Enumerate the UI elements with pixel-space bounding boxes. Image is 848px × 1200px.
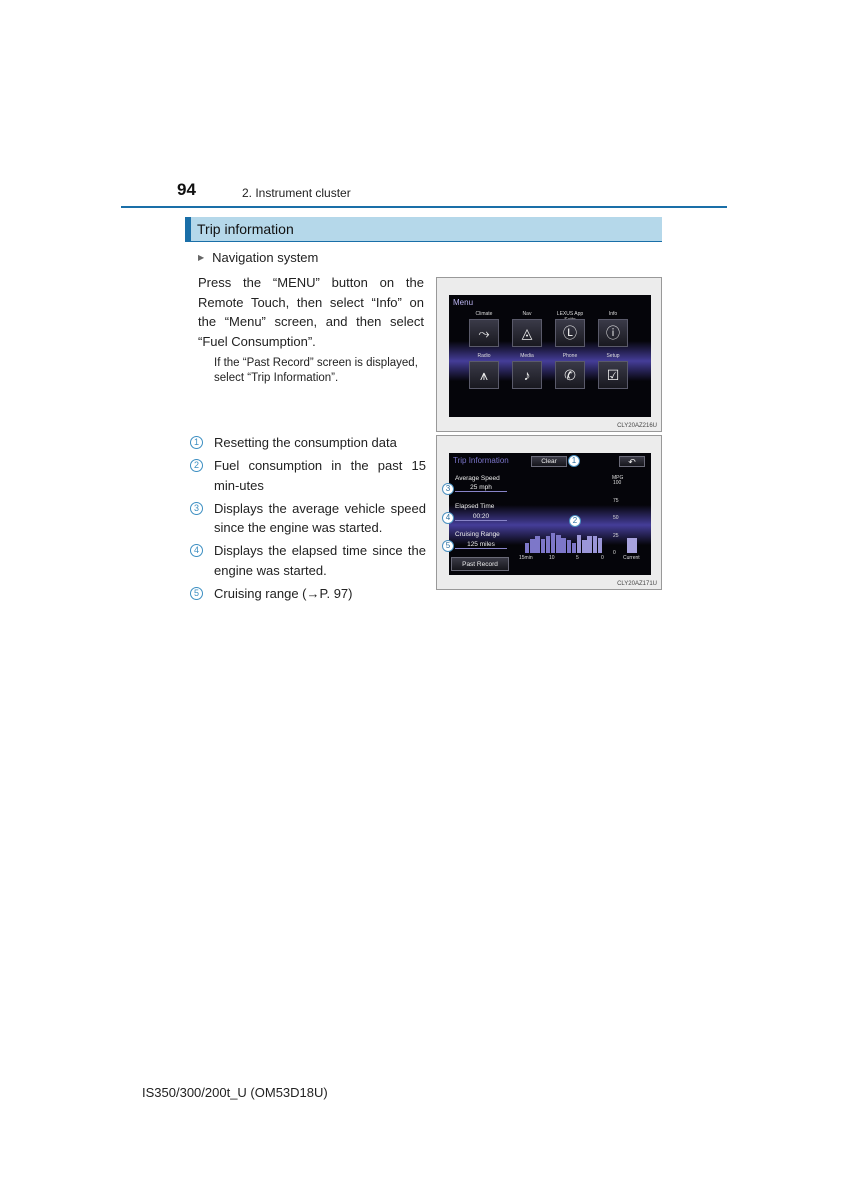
x-tick-label: 10 (549, 555, 555, 561)
average-speed-label: Average Speed (455, 475, 500, 482)
menu-tile-lexus-app-suite[interactable]: Ⓛ (555, 319, 585, 347)
number-badge: 1 (190, 436, 203, 449)
section-heading: 2. Instrument cluster (242, 186, 351, 200)
y-tick-label: 0 (613, 550, 616, 556)
callout-4: 4 (442, 512, 454, 524)
info-icon: ⓘ (606, 325, 620, 341)
menu-tile-nav[interactable]: ◬ (512, 319, 542, 347)
chart-bar (582, 540, 587, 553)
chart-bar (551, 533, 556, 553)
chart-bar (545, 535, 551, 553)
title-accent (185, 217, 191, 241)
list-item-text: Displays the average vehicle speed since… (214, 500, 426, 536)
trip-info-screen-figure: Trip Information Clear ↶ Average Speed 2… (436, 435, 662, 590)
menu-screen-title: Menu (453, 298, 474, 307)
menu-tile-climate[interactable]: ⤳ (469, 319, 499, 347)
callout-2: 2 (569, 515, 581, 527)
cruising-range-value: 125 miles (455, 541, 507, 549)
menu-tile-label: Nav (522, 311, 532, 317)
average-speed-value: 25 mph (455, 484, 507, 492)
figure-code: CLY20AZ216U (617, 423, 657, 429)
y-tick-label: 100 (613, 480, 622, 486)
callout-list: 1 Resetting the consumption data 2 Fuel co… (190, 433, 426, 607)
chart-bar (577, 534, 582, 553)
note-text: If the “Past Record” screen is displayed… (214, 357, 418, 384)
chart-bar (525, 542, 530, 553)
page-title: Trip information (197, 221, 294, 237)
chart-bar-current (627, 537, 637, 553)
trip-info-screen: Trip Information Clear ↶ Average Speed 2… (449, 453, 651, 575)
menu-tile-radio[interactable]: ⩚ (469, 361, 499, 389)
list-item: 2 Fuel consumption in the past 15 min-ute… (190, 456, 426, 495)
seat-climate-icon: ⤳ (478, 325, 490, 341)
number-badge: 2 (190, 459, 203, 472)
x-tick-label: 15min (519, 555, 533, 561)
cruising-range-label: Cruising Range (455, 531, 500, 538)
list-item: 4 Displays the elapsed time since the eng… (190, 541, 426, 580)
chart-bar (597, 537, 603, 553)
x-tick-label: 0 (601, 555, 604, 561)
list-item-text: Displays the elapsed time since the engi… (214, 543, 426, 578)
y-tick-label: 75 (613, 497, 619, 504)
callout-3: 3 (442, 483, 454, 495)
number-badge: 5 (190, 586, 203, 600)
music-note-icon: ♪ (523, 367, 531, 383)
list-item: 3 Displays the average vehicle speed sinc… (190, 499, 426, 538)
trip-info-title: Trip Information (453, 456, 509, 465)
instruction-paragraph: Press the “MENU” button on the Remote To… (198, 275, 424, 349)
chart-bar (540, 539, 545, 553)
elapsed-time-label: Elapsed Time (455, 503, 495, 510)
callout-1: 1 (568, 455, 580, 467)
list-item: 5 Cruising range (→P. 97) (190, 584, 426, 604)
chart-bar (571, 543, 577, 553)
setup-icon: ☑ (606, 367, 620, 383)
subheading-text: Navigation system (212, 250, 319, 265)
clear-button[interactable]: Clear (531, 456, 567, 467)
triangle-bullet-icon: ▶ (198, 253, 205, 262)
number-badge: 3 (190, 501, 203, 515)
elapsed-time-value: 00:20 (455, 513, 507, 521)
chart-bar (561, 537, 566, 553)
menu-tile-media[interactable]: ♪ (512, 361, 542, 389)
y-tick-label: 25 (613, 532, 619, 539)
chart-bar (530, 539, 535, 553)
menu-tile-info[interactable]: ⓘ (598, 319, 628, 347)
menu-tile-label: Climate (475, 311, 493, 317)
back-button[interactable]: ↶ (619, 456, 645, 467)
number-badge: 4 (190, 544, 203, 557)
phone-icon: ✆ (564, 367, 576, 383)
list-item: 1 Resetting the consumption data (190, 433, 426, 453)
x-tick-label: 5 (576, 555, 579, 561)
model-footer: IS350/300/200t_U (OM53D18U) (142, 1085, 328, 1100)
chart-bar (556, 534, 561, 553)
current-label: Current (623, 555, 640, 561)
list-item-text: Fuel consumption in the past 15 min-utes (214, 458, 426, 493)
header-rule (121, 206, 727, 208)
title-bar: Trip information (185, 217, 662, 242)
menu-tile-setup[interactable]: ☑ (598, 361, 628, 389)
list-item-text: Cruising range (→P. 97) (214, 585, 353, 601)
chart-bar (592, 536, 597, 553)
menu-tile-label: Setup (606, 353, 620, 359)
chart-bar (587, 535, 592, 553)
subheading: ▶ Navigation system (198, 250, 318, 265)
menu-tile-phone[interactable]: ✆ (555, 361, 585, 389)
menu-tile-label: Phone (562, 353, 578, 359)
figure-code: CLY20AZ171U (617, 581, 657, 587)
menu-tile-label: Info (608, 311, 618, 317)
lexus-logo-icon: Ⓛ (563, 325, 577, 341)
chart-bar (535, 536, 540, 553)
callout-5: 5 (442, 540, 454, 552)
radio-tower-icon: ⩚ (480, 367, 488, 383)
page-number: 94 (177, 180, 196, 199)
menu-screen: Menu Climate⤳Nav◬LEXUS App SuiteⓁInfoⓘRa… (449, 295, 651, 417)
y-tick-label: 50 (613, 515, 619, 521)
menu-screen-figure: Menu Climate⤳Nav◬LEXUS App SuiteⓁInfoⓘRa… (436, 277, 662, 432)
menu-tile-label: Radio (477, 353, 491, 359)
chart-bar (566, 539, 571, 553)
menu-tile-label: Media (520, 353, 534, 359)
navigation-icon: ◬ (521, 325, 533, 341)
past-record-button[interactable]: Past Record (451, 557, 509, 571)
list-item-text: Resetting the consumption data (214, 435, 397, 450)
